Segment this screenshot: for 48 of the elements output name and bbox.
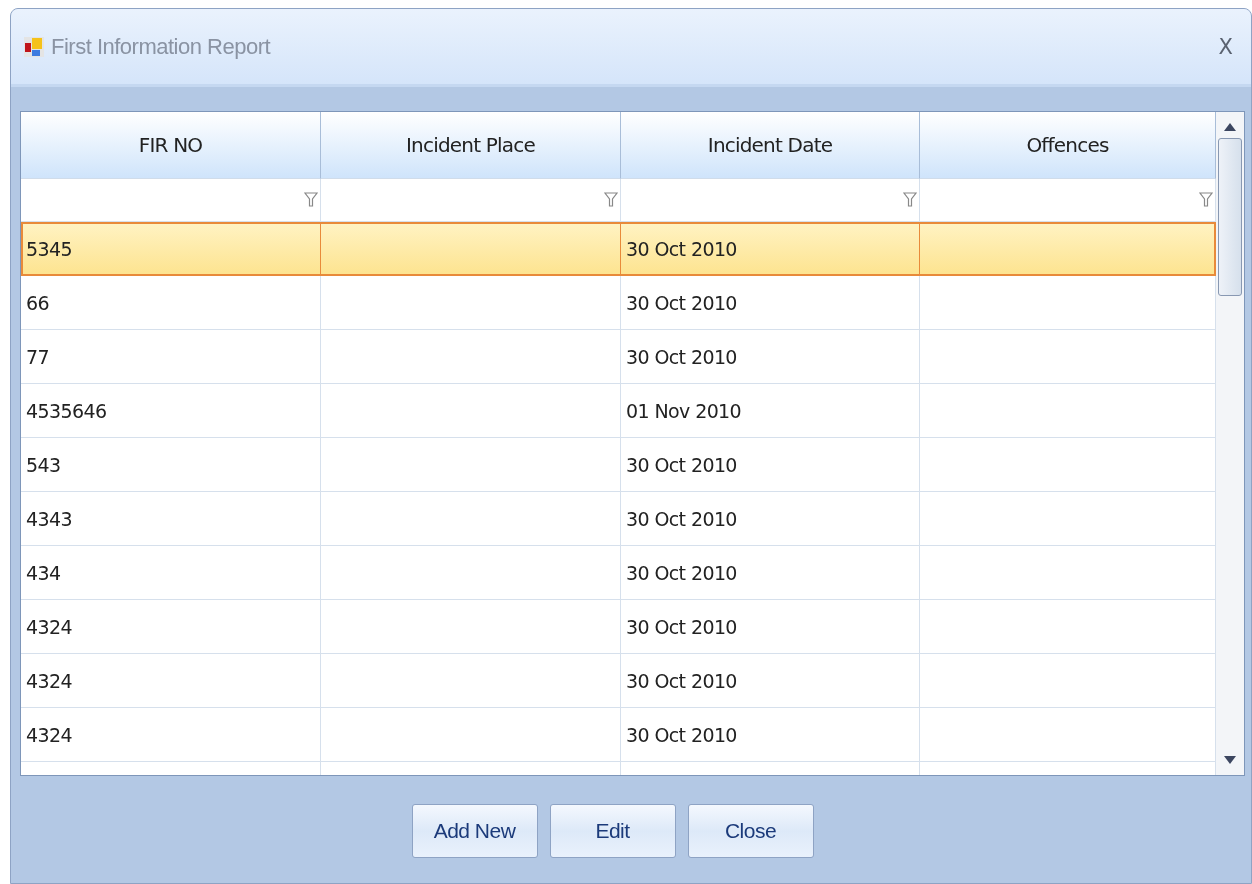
table-row[interactable]: 543 30 Oct 2010 [21, 438, 1216, 492]
column-header[interactable]: FIR NO [21, 112, 321, 179]
table-row[interactable]: 66 30 Oct 2010 [21, 276, 1216, 330]
table-cell: 77 [21, 330, 321, 384]
table-row[interactable]: 5345 30 Oct 2010 [21, 222, 1216, 276]
action-button[interactable]: Edit [549, 804, 676, 858]
table-row[interactable]: 4324 30 Oct 2010 [21, 600, 1216, 654]
table-cell: 30 Oct 2010 [621, 654, 920, 708]
table-cell: 01 Nov 2010 [621, 384, 920, 438]
table-cell: 4324 [21, 600, 321, 654]
table-cell: 30 Oct 2010 [621, 708, 920, 762]
action-button[interactable]: Add New [411, 804, 538, 858]
window-title: First Information Report [51, 33, 272, 60]
table-cell: 4324 [21, 708, 321, 762]
action-button[interactable]: Close [687, 804, 814, 858]
table-row[interactable]: 4324 30 Oct 2010 [21, 708, 1216, 762]
table-cell: 4535646 [21, 384, 321, 438]
table-row[interactable]: 4324 30 Oct 2010 [21, 654, 1216, 708]
table-cell: 4343 [21, 492, 321, 546]
filter-icon[interactable] [304, 192, 318, 208]
scroll-up-icon[interactable] [1223, 122, 1237, 132]
table-row[interactable]: 4343 30 Oct 2010 [21, 492, 1216, 546]
scrollbar[interactable] [1216, 112, 1244, 775]
app-icon [23, 35, 45, 58]
table-cell: 30 Oct 2010 [621, 222, 920, 276]
column-header[interactable]: Incident Date [621, 112, 920, 179]
scroll-thumb[interactable] [1218, 138, 1242, 296]
filter-icon[interactable] [903, 192, 917, 208]
table-cell: 66 [21, 276, 321, 330]
scroll-down-icon[interactable] [1223, 755, 1237, 765]
table-cell: 543 [21, 438, 321, 492]
table-row[interactable]: 77 30 Oct 2010 [21, 330, 1216, 384]
table-cell: 30 Oct 2010 [621, 600, 920, 654]
window-close-button[interactable]: X [1212, 34, 1239, 59]
table-cell: 434 [21, 546, 321, 600]
table-row[interactable]: 434 30 Oct 2010 [21, 546, 1216, 600]
table-cell: 4324 [21, 654, 321, 708]
filter-icon[interactable] [604, 192, 618, 208]
column-header[interactable]: Incident Place [321, 112, 621, 179]
table-row[interactable]: 4535646 01 Nov 2010 [21, 384, 1216, 438]
table-cell: 30 Oct 2010 [621, 276, 920, 330]
table-cell: 30 Oct 2010 [621, 438, 920, 492]
column-header[interactable]: Offences [920, 112, 1216, 179]
table-cell: 30 Oct 2010 [621, 492, 920, 546]
table-cell: 30 Oct 2010 [621, 330, 920, 384]
table-cell: 30 Oct 2010 [621, 546, 920, 600]
filter-icon[interactable] [1199, 192, 1213, 208]
table-cell: 5345 [21, 222, 321, 276]
